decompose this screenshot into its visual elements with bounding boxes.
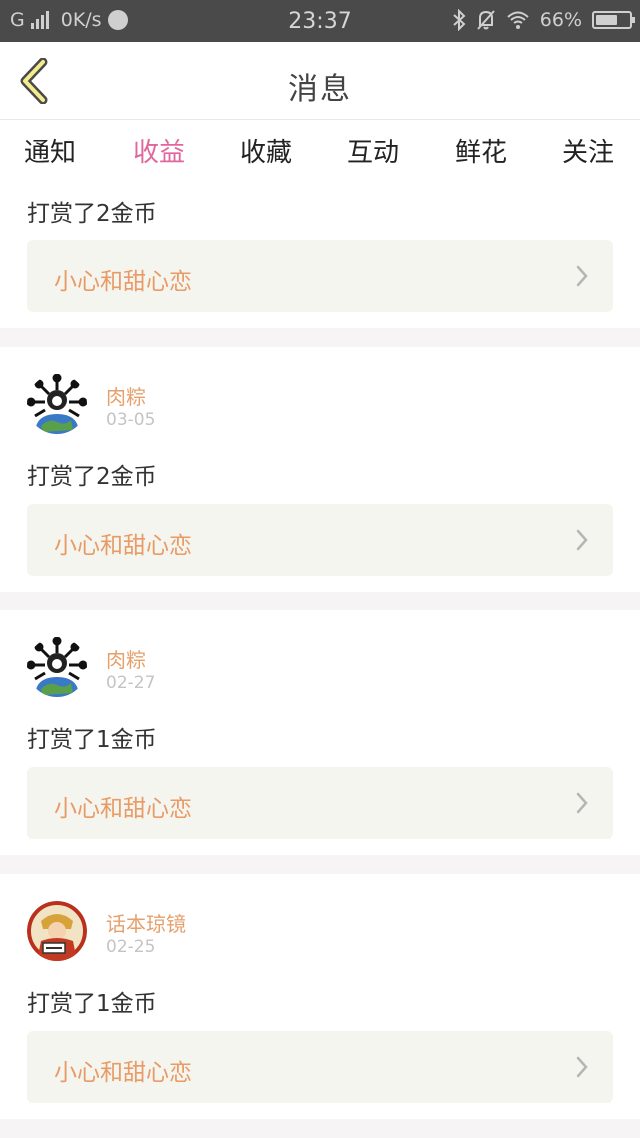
bluetooth-icon <box>453 9 466 31</box>
page-title: 消息 <box>288 72 352 107</box>
username[interactable]: 肉粽 <box>106 644 146 673</box>
list-item: 话本琼镜 02-25 打赏了1金币 小心和甜心恋 <box>0 874 640 1119</box>
wifi-icon <box>507 11 529 29</box>
avatar[interactable] <box>27 374 87 434</box>
message-date: 03-05 <box>106 410 156 430</box>
tab-notice[interactable]: 通知 <box>0 132 100 169</box>
book-link[interactable]: 小心和甜心恋 <box>27 1031 613 1103</box>
message-date: 02-27 <box>106 673 156 693</box>
message-text: 打赏了2金币 <box>27 201 157 227</box>
chevron-right-icon <box>576 265 588 287</box>
tab-favorites[interactable]: 收藏 <box>216 132 316 169</box>
avatar[interactable] <box>27 901 87 961</box>
avatar[interactable] <box>27 637 87 697</box>
tab-flowers[interactable]: 鲜花 <box>431 132 531 169</box>
message-text: 打赏了1金币 <box>27 991 157 1017</box>
tab-earnings[interactable]: 收益 <box>109 132 209 184</box>
list-item: 肉粽 03-05 打赏了2金币 小心和甜心恋 <box>0 347 640 592</box>
chevron-right-icon <box>576 529 588 551</box>
book-link[interactable]: 小心和甜心恋 <box>27 504 613 576</box>
tab-follow[interactable]: 关注 <box>538 132 638 169</box>
list-item: 打赏了2金币 小心和甜心恋 <box>0 180 640 328</box>
book-title: 小心和甜心恋 <box>54 269 192 295</box>
list-item: 肉粽 02-27 打赏了1金币 小心和甜心恋 <box>0 610 640 855</box>
battery-icon <box>592 11 635 29</box>
status-bar: G 0K/s 23:37 66% <box>0 0 640 42</box>
book-title: 小心和甜心恋 <box>54 1060 192 1086</box>
chevron-right-icon <box>576 792 588 814</box>
book-title: 小心和甜心恋 <box>54 796 192 822</box>
battery-percent: 66% <box>539 9 582 31</box>
book-link[interactable]: 小心和甜心恋 <box>27 767 613 839</box>
book-link[interactable]: 小心和甜心恋 <box>27 240 613 312</box>
app-header: 消息 <box>0 42 640 120</box>
tab-bar: 通知 收益 收藏 互动 鲜花 关注 <box>0 120 640 184</box>
mute-bell-icon <box>477 10 495 30</box>
message-text: 打赏了1金币 <box>27 727 157 753</box>
message-list: 打赏了2金币 小心和甜心恋 肉粽 03-05 打赏了2金币 小心和甜心恋 肉粽 … <box>0 180 640 1138</box>
chevron-right-icon <box>576 1056 588 1078</box>
tab-interaction[interactable]: 互动 <box>323 132 423 169</box>
username[interactable]: 话本琼镜 <box>106 908 186 937</box>
book-title: 小心和甜心恋 <box>54 533 192 559</box>
message-date: 02-25 <box>106 937 156 957</box>
message-text: 打赏了2金币 <box>27 464 157 490</box>
username[interactable]: 肉粽 <box>106 381 146 410</box>
